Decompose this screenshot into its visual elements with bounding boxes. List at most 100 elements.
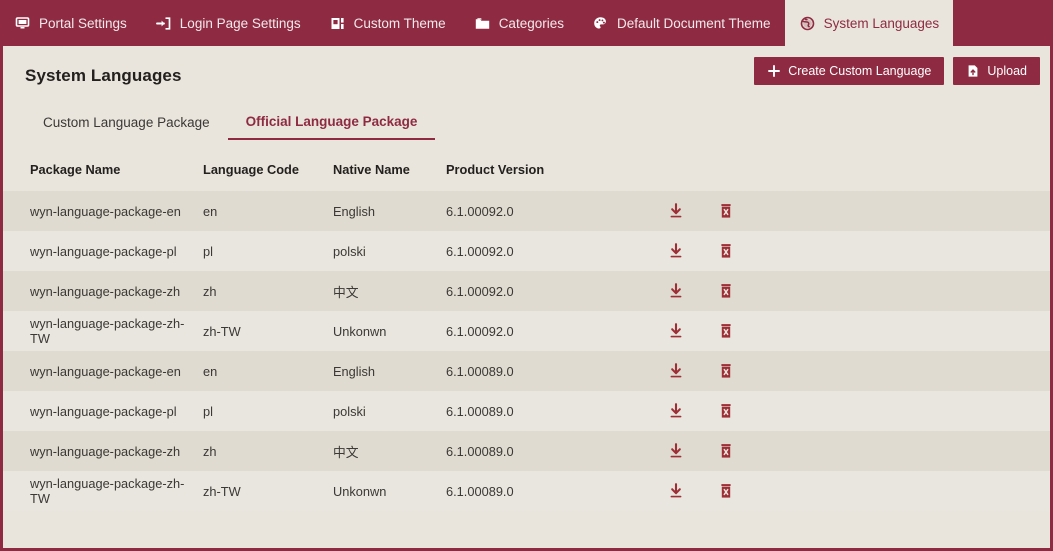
cell-package-name: wyn-language-package-zh-TW (3, 471, 203, 511)
sub-tabs: Custom Language Package Official Languag… (25, 104, 1028, 140)
delete-icon[interactable] (716, 481, 736, 501)
cell-language-code: zh-TW (203, 471, 333, 511)
cell-spacer (751, 231, 1050, 271)
table-row: wyn-language-package-enenEnglish6.1.0008… (3, 351, 1050, 391)
table-row: wyn-language-package-enenEnglish6.1.0009… (3, 191, 1050, 231)
cell-download-action (651, 191, 701, 231)
column-header-package-name: Package Name (3, 162, 203, 191)
cell-delete-action (701, 311, 751, 351)
language-packages-table: Package Name Language Code Native Name P… (3, 162, 1050, 511)
delete-icon[interactable] (716, 201, 736, 221)
download-icon[interactable] (666, 481, 686, 501)
top-navigation-bar: Portal Settings Login Page Settings Cust… (0, 0, 1053, 46)
table-row: wyn-language-package-zh-TWzh-TWUnkonwn6.… (3, 311, 1050, 351)
cell-product-version: 6.1.00089.0 (446, 391, 651, 431)
cell-native-name: polski (333, 391, 446, 431)
cell-package-name: wyn-language-package-zh-TW (3, 311, 203, 351)
column-header-delete-action (701, 162, 751, 191)
download-icon[interactable] (666, 441, 686, 461)
cell-delete-action (701, 391, 751, 431)
cell-spacer (751, 391, 1050, 431)
cell-product-version: 6.1.00089.0 (446, 351, 651, 391)
delete-icon[interactable] (716, 401, 736, 421)
nav-tab-default-document-theme[interactable]: Default Document Theme (578, 0, 785, 46)
cell-delete-action (701, 271, 751, 311)
delete-icon[interactable] (716, 441, 736, 461)
column-header-spacer (751, 162, 1050, 191)
upload-label: Upload (987, 64, 1027, 78)
subtab-label: Custom Language Package (43, 115, 210, 130)
download-icon[interactable] (666, 361, 686, 381)
download-icon[interactable] (666, 281, 686, 301)
column-header-native-name: Native Name (333, 162, 446, 191)
nav-tab-custom-theme[interactable]: Custom Theme (315, 0, 460, 46)
plus-icon (767, 64, 781, 78)
cell-package-name: wyn-language-package-pl (3, 231, 203, 271)
nav-tab-label: System Languages (824, 16, 940, 31)
cell-native-name: English (333, 191, 446, 231)
download-icon[interactable] (666, 321, 686, 341)
nav-tab-label: Portal Settings (39, 16, 127, 31)
palette-icon (592, 15, 609, 32)
cell-download-action (651, 231, 701, 271)
subtab-official-language-package[interactable]: Official Language Package (228, 104, 436, 140)
delete-icon[interactable] (716, 361, 736, 381)
cell-product-version: 6.1.00089.0 (446, 431, 651, 471)
cell-native-name: Unkonwn (333, 311, 446, 351)
column-header-download-action (651, 162, 701, 191)
globe-icon (799, 15, 816, 32)
table-row: wyn-language-package-zhzh中文6.1.00089.0 (3, 431, 1050, 471)
cell-product-version: 6.1.00092.0 (446, 271, 651, 311)
cell-package-name: wyn-language-package-zh (3, 431, 203, 471)
cell-native-name: 中文 (333, 431, 446, 471)
cell-product-version: 6.1.00092.0 (446, 231, 651, 271)
cell-spacer (751, 271, 1050, 311)
cell-delete-action (701, 191, 751, 231)
cell-product-version: 6.1.00089.0 (446, 471, 651, 511)
cell-download-action (651, 351, 701, 391)
cell-language-code: pl (203, 231, 333, 271)
nav-tab-login-page-settings[interactable]: Login Page Settings (141, 0, 315, 46)
subtab-custom-language-package[interactable]: Custom Language Package (25, 104, 228, 140)
cell-delete-action (701, 351, 751, 391)
cell-spacer (751, 431, 1050, 471)
cell-native-name: English (333, 351, 446, 391)
cell-package-name: wyn-language-package-en (3, 191, 203, 231)
nav-tab-categories[interactable]: Categories (460, 0, 578, 46)
upload-button[interactable]: Upload (953, 57, 1040, 85)
download-icon[interactable] (666, 201, 686, 221)
table-body: wyn-language-package-enenEnglish6.1.0009… (3, 191, 1050, 511)
create-custom-language-button[interactable]: Create Custom Language (754, 57, 944, 85)
nav-tab-portal-settings[interactable]: Portal Settings (0, 0, 141, 46)
nav-tab-label: Login Page Settings (180, 16, 301, 31)
table-row: wyn-language-package-zh-TWzh-TWUnkonwn6.… (3, 471, 1050, 511)
download-icon[interactable] (666, 401, 686, 421)
cell-spacer (751, 311, 1050, 351)
language-packages-table-wrapper: Package Name Language Code Native Name P… (3, 162, 1050, 511)
folder-icon (474, 15, 491, 32)
panel-header: System Languages Create Custom Language (3, 46, 1050, 104)
cell-language-code: en (203, 351, 333, 391)
header-actions: Create Custom Language Upload (754, 57, 1040, 85)
page-title: System Languages (25, 66, 182, 86)
cell-spacer (751, 471, 1050, 511)
delete-icon[interactable] (716, 241, 736, 261)
cell-delete-action (701, 431, 751, 471)
column-header-language-code: Language Code (203, 162, 333, 191)
nav-tab-label: Categories (499, 16, 564, 31)
cell-download-action (651, 391, 701, 431)
cell-spacer (751, 191, 1050, 231)
delete-icon[interactable] (716, 321, 736, 341)
login-icon (155, 15, 172, 32)
delete-icon[interactable] (716, 281, 736, 301)
cell-product-version: 6.1.00092.0 (446, 191, 651, 231)
upload-file-icon (966, 64, 980, 78)
nav-tab-label: Default Document Theme (617, 16, 771, 31)
subtab-label: Official Language Package (246, 114, 418, 129)
cell-native-name: Unkonwn (333, 471, 446, 511)
nav-tab-label: Custom Theme (354, 16, 446, 31)
cell-package-name: wyn-language-package-en (3, 351, 203, 391)
nav-tab-system-languages[interactable]: System Languages (785, 0, 954, 46)
cell-language-code: zh (203, 431, 333, 471)
download-icon[interactable] (666, 241, 686, 261)
